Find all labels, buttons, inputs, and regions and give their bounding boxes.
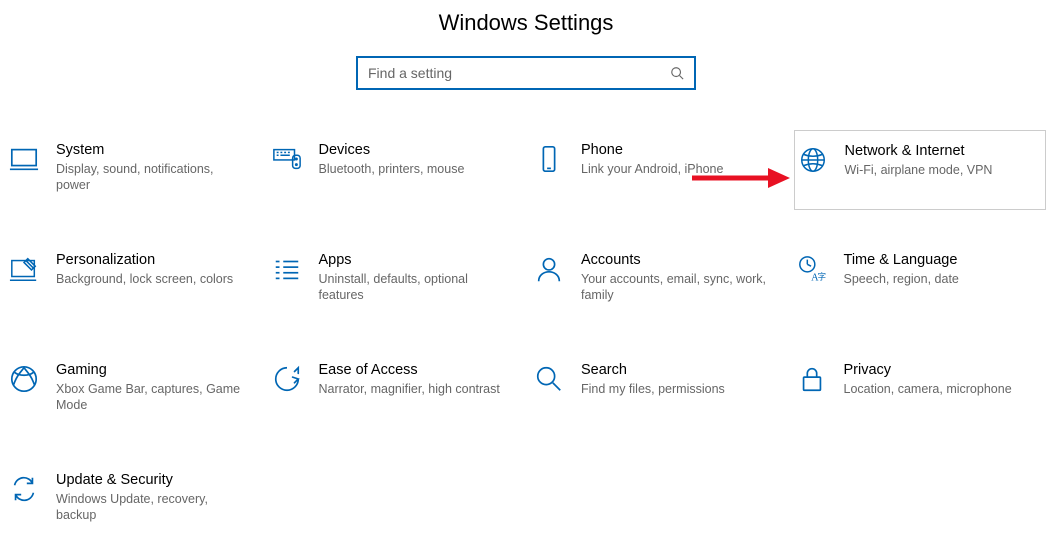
network-icon [797, 145, 829, 177]
tile-title: System [56, 142, 245, 158]
tile-text: Privacy Location, camera, microphone [844, 362, 1039, 418]
tile-desc: Location, camera, microphone [844, 381, 1033, 397]
accounts-icon [533, 254, 565, 286]
tile-desc: Narrator, magnifier, high contrast [319, 381, 508, 397]
devices-icon [271, 144, 303, 176]
search-category-icon [533, 364, 565, 396]
tile-desc: Your accounts, email, sync, work, family [581, 271, 770, 304]
tile-text: System Display, sound, notifications, po… [56, 142, 251, 198]
ease-of-access-icon [271, 364, 303, 396]
tile-privacy[interactable]: Privacy Location, camera, microphone [794, 350, 1047, 430]
tile-apps[interactable]: Apps Uninstall, defaults, optional featu… [269, 240, 522, 320]
settings-grid: System Display, sound, notifications, po… [0, 130, 1052, 540]
tile-text: Devices Bluetooth, printers, mouse [319, 142, 514, 198]
gaming-icon [8, 364, 40, 396]
system-icon [8, 144, 40, 176]
page-title: Windows Settings [0, 0, 1052, 56]
tile-title: Privacy [844, 362, 1033, 378]
tile-accounts[interactable]: Accounts Your accounts, email, sync, wor… [531, 240, 784, 320]
tile-desc: Bluetooth, printers, mouse [319, 161, 508, 177]
update-security-icon [8, 474, 40, 506]
tile-desc: Wi-Fi, airplane mode, VPN [845, 162, 1032, 178]
tile-desc: Display, sound, notifications, power [56, 161, 245, 194]
tile-title: Apps [319, 252, 508, 268]
tile-desc: Windows Update, recovery, backup [56, 491, 245, 524]
tile-system[interactable]: System Display, sound, notifications, po… [6, 130, 259, 210]
tile-title: Accounts [581, 252, 770, 268]
tile-phone[interactable]: Phone Link your Android, iPhone [531, 130, 784, 210]
tile-update-security[interactable]: Update & Security Windows Update, recove… [6, 460, 259, 540]
tile-text: Update & Security Windows Update, recove… [56, 472, 251, 528]
tile-network[interactable]: Network & Internet Wi-Fi, airplane mode,… [794, 130, 1047, 210]
tile-text: Accounts Your accounts, email, sync, wor… [581, 252, 776, 308]
privacy-icon [796, 364, 828, 396]
tile-title: Network & Internet [845, 143, 1032, 159]
tile-title: Time & Language [844, 252, 1033, 268]
tile-gaming[interactable]: Gaming Xbox Game Bar, captures, Game Mod… [6, 350, 259, 430]
svg-text:字: 字 [817, 271, 825, 281]
tile-title: Phone [581, 142, 770, 158]
tile-title: Personalization [56, 252, 245, 268]
tile-desc: Uninstall, defaults, optional features [319, 271, 508, 304]
phone-icon [533, 144, 565, 176]
tile-text: Ease of Access Narrator, magnifier, high… [319, 362, 514, 418]
tile-time-language[interactable]: A 字 Time & Language Speech, region, date [794, 240, 1047, 320]
search-container [0, 56, 1052, 130]
tile-title: Search [581, 362, 770, 378]
tile-text: Apps Uninstall, defaults, optional featu… [319, 252, 514, 308]
tile-title: Gaming [56, 362, 245, 378]
tile-title: Ease of Access [319, 362, 508, 378]
tile-text: Phone Link your Android, iPhone [581, 142, 776, 198]
tile-search[interactable]: Search Find my files, permissions [531, 350, 784, 430]
tile-text: Time & Language Speech, region, date [844, 252, 1039, 308]
tile-text: Search Find my files, permissions [581, 362, 776, 418]
tile-title: Update & Security [56, 472, 245, 488]
tile-personalization[interactable]: Personalization Background, lock screen,… [6, 240, 259, 320]
tile-desc: Link your Android, iPhone [581, 161, 770, 177]
tile-text: Personalization Background, lock screen,… [56, 252, 251, 308]
tile-title: Devices [319, 142, 508, 158]
search-box[interactable] [356, 56, 696, 90]
tile-ease-of-access[interactable]: Ease of Access Narrator, magnifier, high… [269, 350, 522, 430]
tile-text: Network & Internet Wi-Fi, airplane mode,… [845, 143, 1038, 197]
search-icon [670, 66, 684, 80]
tile-desc: Xbox Game Bar, captures, Game Mode [56, 381, 245, 414]
tile-desc: Find my files, permissions [581, 381, 770, 397]
tile-text: Gaming Xbox Game Bar, captures, Game Mod… [56, 362, 251, 418]
personalization-icon [8, 254, 40, 286]
search-input[interactable] [368, 65, 670, 81]
apps-icon [271, 254, 303, 286]
tile-devices[interactable]: Devices Bluetooth, printers, mouse [269, 130, 522, 210]
tile-desc: Speech, region, date [844, 271, 1033, 287]
tile-desc: Background, lock screen, colors [56, 271, 245, 287]
time-language-icon: A 字 [796, 254, 828, 286]
